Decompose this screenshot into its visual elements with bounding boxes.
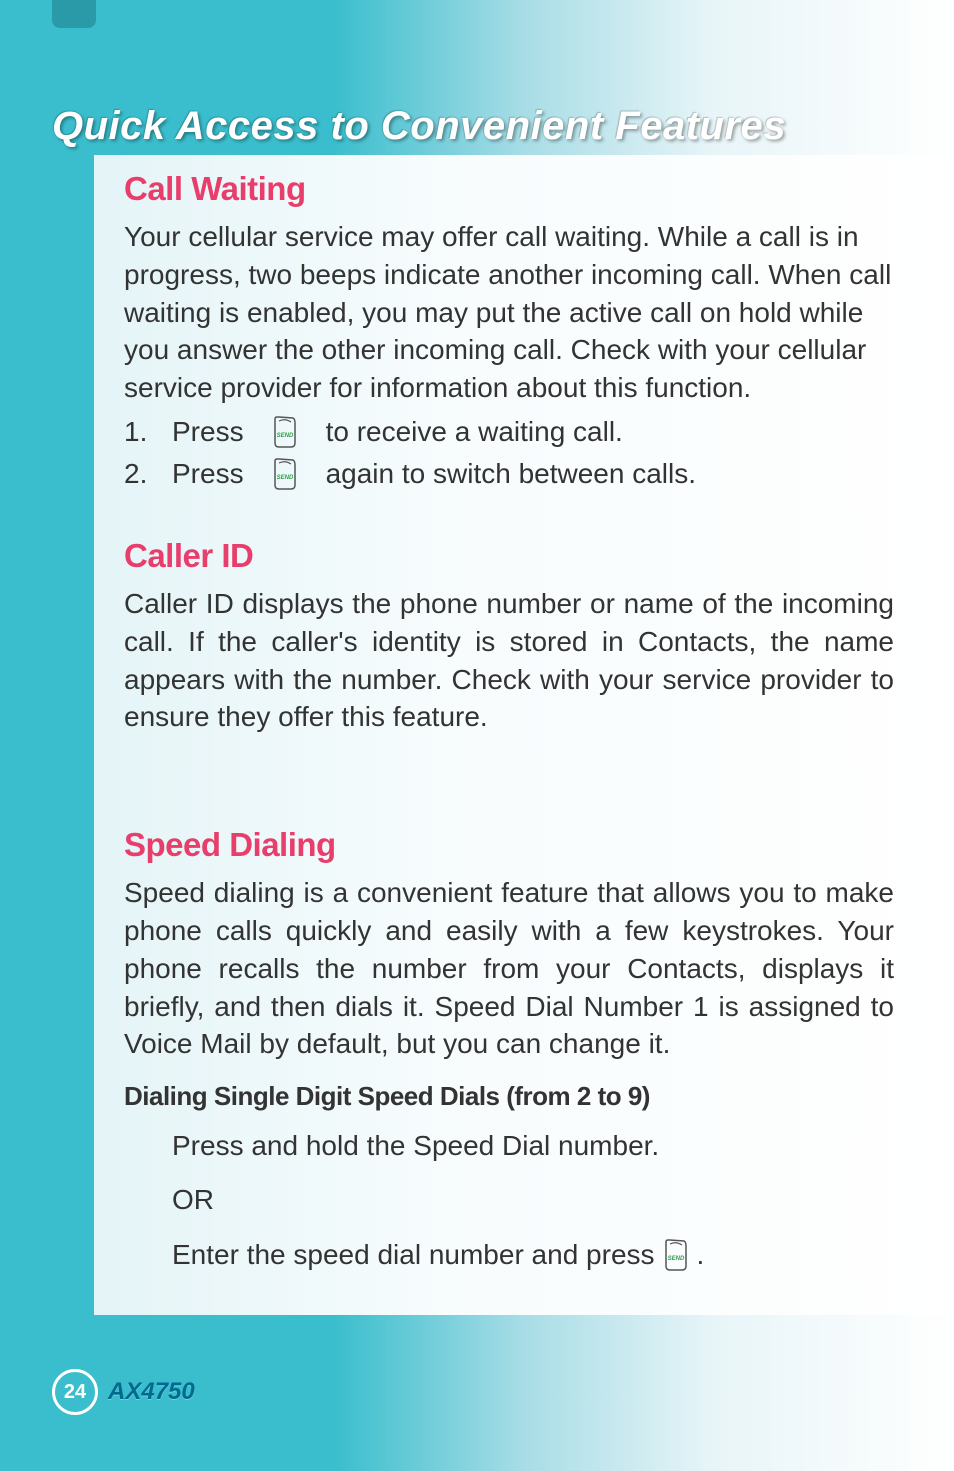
svg-text:SEND: SEND [667,1256,684,1262]
page-tab [52,0,96,28]
step-number: 1. [124,416,146,448]
section-caller-id: Caller ID Caller ID displays the phone n… [124,537,894,736]
title-bar: Quick Access to Convenient Features [52,98,954,154]
content-area: Call Waiting Your cellular service may o… [124,170,894,1318]
step-pre: Press [172,416,244,448]
speed-dial-line2-post: . [697,1239,705,1271]
section-call-waiting: Call Waiting Your cellular service may o… [124,170,894,491]
body-speed-dialing: Speed dialing is a convenient feature th… [124,874,894,1063]
page-number-badge: 24 [52,1369,98,1415]
svg-text:SEND: SEND [276,433,293,439]
send-key-icon: SEND [661,1238,691,1272]
page-footer: 24 AX4750 [52,1369,195,1415]
heading-speed-dialing: Speed Dialing [124,826,894,864]
svg-text:SEND: SEND [276,475,293,481]
step-post: to receive a waiting call. [326,416,623,448]
speed-dial-or: OR [172,1184,894,1216]
step-1: 1. Press SEND to receive a waiting call. [124,415,894,449]
send-key-icon: SEND [270,415,300,449]
model-label: AX4750 [108,1378,195,1406]
speed-dial-line1: Press and hold the Speed Dial number. [172,1130,894,1162]
speed-dial-line2-pre: Enter the speed dial number and press [172,1239,655,1271]
speed-dial-steps: Press and hold the Speed Dial number. OR… [172,1130,894,1272]
speed-dial-line2: Enter the speed dial number and press SE… [172,1238,894,1272]
heading-caller-id: Caller ID [124,537,894,575]
page-title: Quick Access to Convenient Features [52,104,786,149]
heading-call-waiting: Call Waiting [124,170,894,208]
section-speed-dialing: Speed Dialing Speed dialing is a conveni… [124,826,894,1272]
body-caller-id: Caller ID displays the phone number or n… [124,585,894,736]
page-number: 24 [64,1381,86,1404]
subheading-speed-dial-single: Dialing Single Digit Speed Dials (from 2… [124,1081,894,1112]
step-post: again to switch between calls. [326,458,696,490]
steps-call-waiting: 1. Press SEND to receive a waiting call.… [124,415,894,491]
step-pre: Press [172,458,244,490]
body-call-waiting: Your cellular service may offer call wai… [124,218,894,407]
step-2: 2. Press SEND again to switch between ca… [124,457,894,491]
send-key-icon: SEND [270,457,300,491]
step-number: 2. [124,458,146,490]
